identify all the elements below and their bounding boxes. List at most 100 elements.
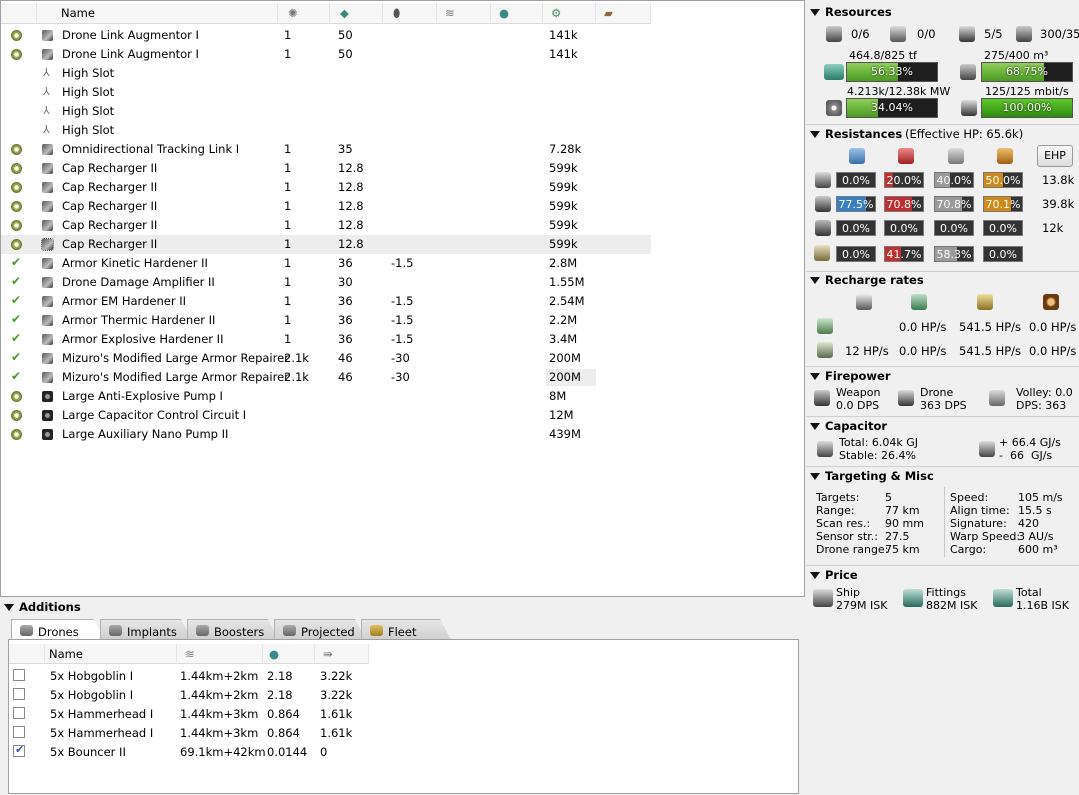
state-column-header[interactable] xyxy=(1,3,37,24)
module-active-icon[interactable]: ✔ xyxy=(11,312,22,326)
drone-dps-column-header[interactable]: ⇛ xyxy=(315,644,369,664)
module-offline-icon[interactable] xyxy=(11,239,22,250)
module-row[interactable]: Large Auxiliary Nano Pump II 439M xyxy=(1,425,651,444)
empty-slot-row[interactable]: ⅄ High Slot xyxy=(1,64,651,83)
drone-active-checkbox[interactable] xyxy=(13,707,25,719)
module-active-icon[interactable]: ✔ xyxy=(11,255,22,269)
module-icon xyxy=(42,220,53,231)
module-row[interactable]: Cap Recharger II 1 12.8 599k xyxy=(1,216,651,235)
module-powergrid: 1 xyxy=(284,275,292,289)
resist-value: 0.0% xyxy=(940,222,968,235)
cpu-column-header[interactable]: ◆ xyxy=(330,3,383,24)
module-row[interactable]: Cap Recharger II 1 12.8 599k xyxy=(1,197,651,216)
module-row[interactable]: ✔ Mizuro's Modified Large Armor Repairer 2… xyxy=(1,368,651,387)
drone-active-checkbox[interactable] xyxy=(13,688,25,700)
module-offline-icon[interactable] xyxy=(11,30,22,41)
empty-slot-row[interactable]: ⅄ High Slot xyxy=(1,83,651,102)
powergrid-column-header[interactable]: ✺ xyxy=(278,3,330,24)
section-label: Resistances xyxy=(825,127,903,141)
drone-name-column-header[interactable]: Name xyxy=(45,644,177,664)
capacitor-column-header[interactable]: ⬮ xyxy=(383,3,437,24)
module-row[interactable]: Cap Recharger II 1 12.8 599k xyxy=(1,159,651,178)
drone-row[interactable]: 5x Hammerhead I 1.44km+3km 0.864 1.61k xyxy=(9,704,369,723)
module-row[interactable]: Omnidirectional Tracking Link I 1 35 7.28k xyxy=(1,140,651,159)
empty-slot-row[interactable]: ⅄ High Slot xyxy=(1,102,651,121)
fitting-list[interactable]: Name ✺ ◆ ⬮ ≋ ● ⚙ ▰ Drone Link Augmentor … xyxy=(0,0,805,597)
recharge-title[interactable]: Recharge rates xyxy=(810,273,924,287)
drone-list[interactable]: Name ≋ ● ⇛ 5x Hobgoblin I 1.44km+2km 2.18 3… xyxy=(8,639,799,794)
stat-label: Targets: xyxy=(816,491,860,504)
tab-drones[interactable]: Drones xyxy=(11,619,105,641)
tab-boosters[interactable]: Boosters xyxy=(187,619,279,640)
ammo-column-header[interactable]: ▰ xyxy=(596,3,651,24)
module-price: 12M xyxy=(549,408,574,422)
additions-title[interactable]: Additions xyxy=(4,600,81,614)
resist-value: 70.8% xyxy=(936,198,972,211)
targeting-title[interactable]: Targeting & Misc xyxy=(810,469,934,483)
module-row[interactable]: ✔ Armor Explosive Hardener II 1 36 -1.5 3.4M xyxy=(1,330,651,349)
module-offline-icon[interactable] xyxy=(11,182,22,193)
drone-range-column-header[interactable]: ≋ xyxy=(177,644,263,664)
module-row[interactable]: Drone Link Augmentor I 1 50 141k xyxy=(1,45,651,64)
price-title[interactable]: Price xyxy=(810,568,858,582)
module-offline-icon[interactable] xyxy=(11,220,22,231)
module-active-icon[interactable]: ✔ xyxy=(11,350,22,364)
module-row[interactable]: ✔ Armor Thermic Hardener II 1 36 -1.5 2.2M xyxy=(1,311,651,330)
weapon-icon xyxy=(814,390,830,406)
module-row[interactable]: Cap Recharger II 1 12.8 599k xyxy=(1,178,651,197)
check-column-header[interactable] xyxy=(9,644,45,664)
module-row[interactable]: Cap Recharger II 1 12.8 599k xyxy=(1,235,651,254)
tab-projected[interactable]: Projected xyxy=(274,619,366,640)
module-row[interactable]: Large Capacitor Control Circuit I 12M xyxy=(1,406,651,425)
drone-row[interactable]: 5x Hobgoblin I 1.44km+2km 2.18 3.22k xyxy=(9,666,369,685)
range-column-header[interactable]: ≋ xyxy=(437,3,491,24)
drone-speed-column-header[interactable]: ● xyxy=(263,644,315,664)
section-label: Resources xyxy=(825,5,892,19)
module-active-icon[interactable]: ✔ xyxy=(11,331,22,345)
name-column-header[interactable]: Name xyxy=(37,3,278,24)
module-offline-icon[interactable] xyxy=(11,163,22,174)
module-row[interactable]: ✔ Mizuro's Modified Large Armor Repairer 2… xyxy=(1,349,651,368)
drone-active-checkbox[interactable] xyxy=(13,743,25,757)
capacitor-delta-icon xyxy=(979,441,995,457)
drone-active-checkbox[interactable] xyxy=(13,669,25,681)
module-offline-icon[interactable] xyxy=(11,144,22,155)
module-name: Cap Recharger II xyxy=(62,161,158,175)
capacitor-title[interactable]: Capacitor xyxy=(810,419,887,433)
module-row[interactable]: Large Anti-Explosive Pump I 8M xyxy=(1,387,651,406)
drone-name: 5x Hammerhead I xyxy=(50,707,154,721)
module-row[interactable]: Drone Link Augmentor I 1 50 141k xyxy=(1,26,651,45)
drone-row[interactable]: 5x Bouncer II 69.1km+42km0.0144 0 xyxy=(9,742,369,761)
module-active-icon[interactable]: ✔ xyxy=(11,293,22,307)
tab-fleet[interactable]: Fleet xyxy=(361,619,451,640)
drone-active-checkbox[interactable] xyxy=(13,726,25,738)
drone-range: 1.44km+3km xyxy=(180,707,259,721)
module-offline-icon[interactable] xyxy=(11,391,22,402)
module-active-icon[interactable]: ✔ xyxy=(11,274,22,288)
ehp-toggle-button[interactable]: EHP xyxy=(1037,145,1073,167)
module-active-icon[interactable]: ✔ xyxy=(11,369,22,383)
module-price: 141k xyxy=(549,47,578,61)
drone-row[interactable]: 5x Hobgoblin I 1.44km+2km 2.18 3.22k xyxy=(9,685,369,704)
resist-cell: 0.0% xyxy=(983,246,1023,262)
resistances-title[interactable]: Resistances xyxy=(810,127,902,141)
resources-title[interactable]: Resources xyxy=(810,5,892,19)
module-name: Large Capacitor Control Circuit I xyxy=(62,408,247,422)
tab-implants[interactable]: Implants xyxy=(100,619,192,640)
fittings-price-label: Fittings xyxy=(926,586,966,599)
drone-row[interactable]: 5x Hammerhead I 1.44km+3km 0.864 1.61k xyxy=(9,723,369,742)
module-offline-icon[interactable] xyxy=(11,49,22,60)
firepower-title[interactable]: Firepower xyxy=(810,369,891,383)
module-offline-icon[interactable] xyxy=(11,429,22,440)
empty-slot-row[interactable]: ⅄ High Slot xyxy=(1,121,651,140)
module-offline-icon[interactable] xyxy=(11,410,22,421)
module-offline-icon[interactable] xyxy=(11,201,22,212)
total-dps: DPS: 363 xyxy=(1016,399,1067,412)
falloff-column-header[interactable]: ● xyxy=(491,3,543,24)
weapon-label: Weapon xyxy=(836,386,881,399)
module-row[interactable]: ✔ Armor EM Hardener II 1 36 -1.5 2.54M xyxy=(1,292,651,311)
module-row[interactable]: ✔ Drone Damage Amplifier II 1 30 1.55M xyxy=(1,273,651,292)
module-row[interactable]: ✔ Armor Kinetic Hardener II 1 36 -1.5 2.8M xyxy=(1,254,651,273)
module-name: Armor EM Hardener II xyxy=(62,294,186,308)
price-column-header[interactable]: ⚙ xyxy=(543,3,596,24)
